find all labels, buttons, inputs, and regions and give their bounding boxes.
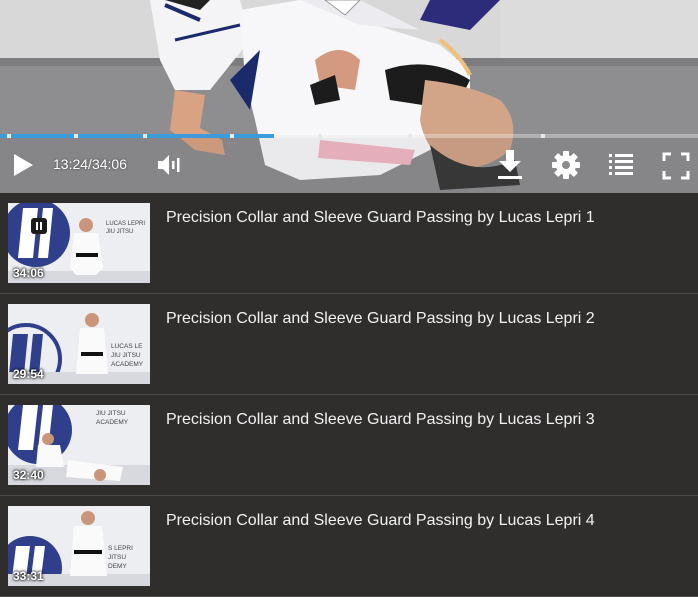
svg-text:LUCAS LEPRI: LUCAS LEPRI [106, 221, 145, 227]
playlist-item[interactable]: JIU JITSU ACADEMY 32:40 Precision Collar… [0, 395, 698, 496]
playlist-item[interactable]: S LEPRI JITSU DEMY 33:31 Precision Colla… [0, 496, 698, 597]
svg-text:DEMY: DEMY [108, 563, 127, 570]
chapter-marker [408, 134, 413, 138]
chapter-marker [230, 134, 235, 138]
svg-text:JITSU: JITSU [108, 554, 126, 561]
video-duration: 32:40 [13, 468, 44, 482]
play-icon[interactable] [12, 153, 34, 182]
download-icon[interactable] [496, 149, 524, 186]
video-thumbnail[interactable]: JIU JITSU ACADEMY 32:40 [8, 405, 150, 485]
video-thumbnail[interactable]: LUCAS LEPRI JIU JITSU 34:06 [8, 203, 150, 283]
svg-text:JIU JITSU: JIU JITSU [111, 352, 141, 359]
video-duration: 29:54 [13, 367, 44, 381]
current-time: 13:24 [53, 156, 89, 172]
svg-text:S LEPRI: S LEPRI [108, 545, 133, 552]
video-thumbnail[interactable]: LUCAS LE JIU JITSU ACADEMY 29:54 [8, 304, 150, 384]
playlist-item[interactable]: LUCAS LEPRI JIU JITSU 34:06 Precision Co… [0, 193, 698, 294]
video-duration: 34:06 [13, 266, 44, 280]
fullscreen-icon[interactable] [662, 152, 690, 185]
pause-icon [31, 218, 47, 234]
chapter-marker [6, 134, 11, 138]
svg-text:LUCAS LE: LUCAS LE [111, 343, 143, 350]
progress-bar[interactable] [0, 134, 698, 138]
video-title[interactable]: Precision Collar and Sleeve Guard Passin… [166, 209, 595, 227]
chapter-marker [317, 134, 322, 138]
list-icon[interactable] [608, 152, 634, 181]
control-bar: 13:24/34:06 [0, 140, 698, 193]
chapter-marker [73, 134, 78, 138]
playlist: LUCAS LEPRI JIU JITSU 34:06 Precision Co… [0, 193, 698, 597]
video-player[interactable]: 13:24/34:06 [0, 0, 698, 193]
total-time: 34:06 [91, 156, 127, 172]
svg-text:JIU JITSU: JIU JITSU [106, 229, 133, 235]
chapter-marker [143, 134, 148, 138]
gear-icon[interactable] [551, 150, 581, 185]
video-title[interactable]: Precision Collar and Sleeve Guard Passin… [166, 411, 595, 429]
video-duration: 33:31 [13, 569, 44, 583]
playlist-item[interactable]: LUCAS LE JIU JITSU ACADEMY 29:54 Precisi… [0, 294, 698, 395]
video-title[interactable]: Precision Collar and Sleeve Guard Passin… [166, 310, 595, 328]
volume-icon[interactable] [157, 152, 183, 183]
time-display: 13:24/34:06 [53, 156, 127, 172]
svg-text:ACADEMY: ACADEMY [111, 361, 144, 368]
video-title[interactable]: Precision Collar and Sleeve Guard Passin… [166, 512, 595, 530]
svg-text:ACADEMY: ACADEMY [96, 419, 129, 426]
chapter-marker [540, 134, 545, 138]
svg-text:JIU JITSU: JIU JITSU [96, 410, 126, 417]
video-thumbnail[interactable]: S LEPRI JITSU DEMY 33:31 [8, 506, 150, 586]
